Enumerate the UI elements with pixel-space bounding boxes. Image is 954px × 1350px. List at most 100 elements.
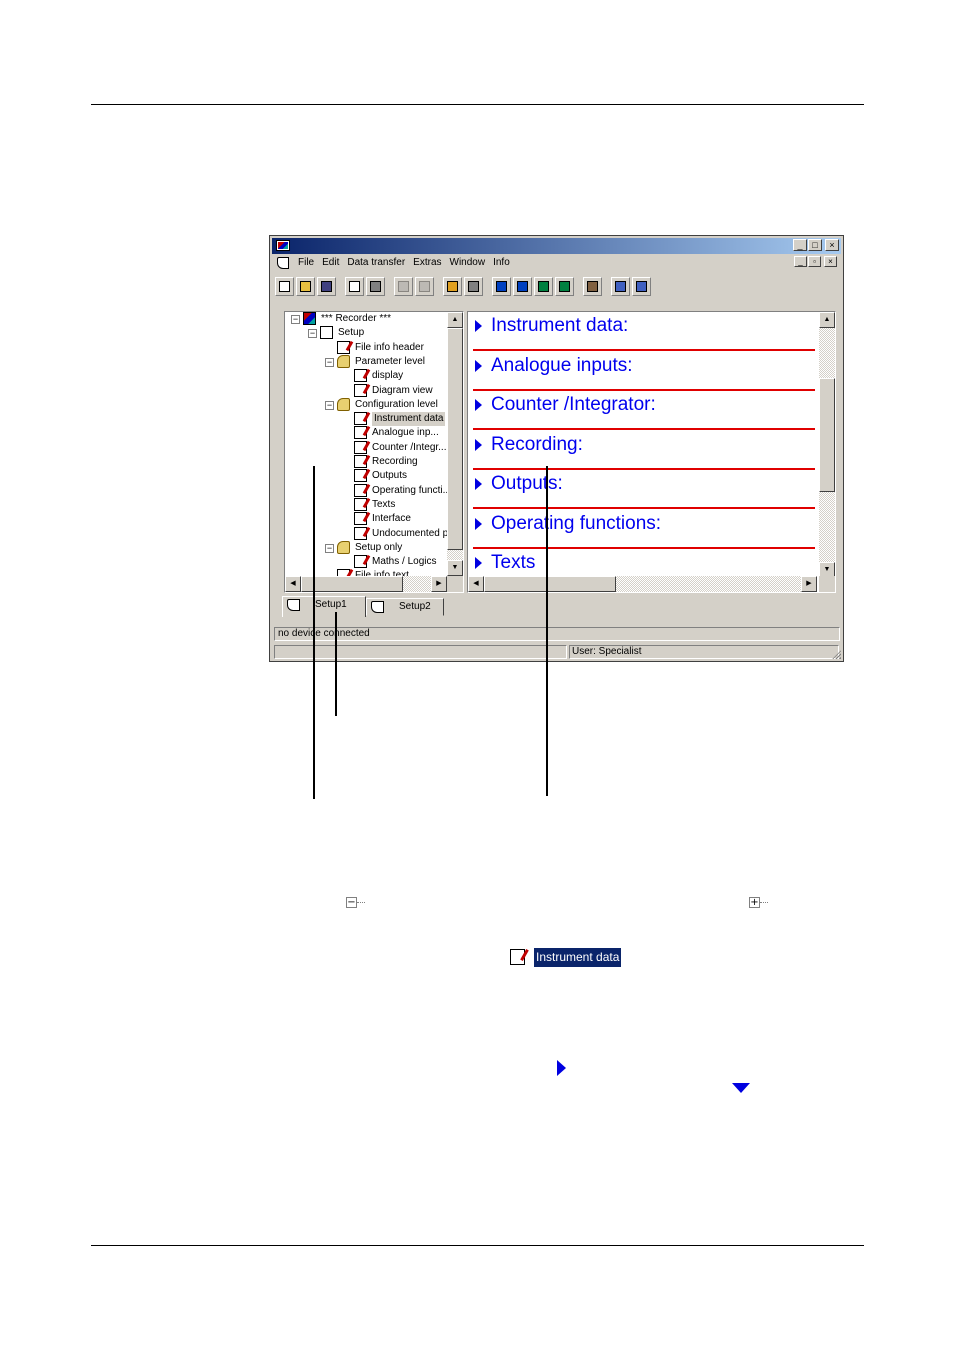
maximize-button[interactable]: □	[808, 239, 822, 251]
tree-item-label: Undocumented p...	[372, 527, 447, 539]
tree-horizontal-scrollbar[interactable]: ◀ ▶	[285, 576, 447, 592]
app-icon	[276, 240, 290, 251]
collapse-toggle-icon[interactable]: −	[325, 400, 334, 410]
print-button[interactable]	[366, 276, 385, 296]
menu-data-transfer[interactable]: Data transfer	[344, 257, 410, 268]
tree-item[interactable]: Recording	[285, 455, 447, 469]
collapse-toggle-icon[interactable]: −	[325, 357, 334, 367]
tree-item[interactable]: Interface	[285, 512, 447, 526]
tree-item[interactable]: − Parameter level	[285, 354, 447, 369]
scroll-right-icon[interactable]: ▶	[431, 576, 447, 592]
page-edit-icon	[354, 426, 367, 440]
user-button[interactable]	[583, 276, 602, 296]
save-button[interactable]	[317, 276, 336, 296]
scroll-thumb[interactable]	[484, 576, 616, 592]
scroll-thumb[interactable]	[819, 378, 835, 492]
tree-item[interactable]: − *** Recorder ***	[285, 312, 447, 326]
collapse-toggle-icon[interactable]: −	[308, 329, 317, 339]
menu-edit[interactable]: Edit	[319, 257, 344, 268]
minimize-button[interactable]: _	[793, 239, 807, 251]
section-header[interactable]: Outputs:	[473, 470, 815, 509]
tree-item[interactable]: Undocumented p...	[285, 526, 447, 541]
expand-arrow-icon[interactable]	[475, 438, 482, 451]
menu-extras[interactable]: Extras	[410, 257, 446, 268]
section-header[interactable]: Counter /Integrator:	[473, 391, 815, 430]
tile-windows-button[interactable]	[632, 276, 651, 296]
tab-setup1[interactable]: Setup1	[282, 596, 366, 617]
expand-arrow-icon[interactable]	[475, 399, 482, 411]
scroll-down-icon[interactable]: ▼	[447, 560, 463, 576]
tree-item[interactable]: Instrument data	[285, 412, 447, 427]
print-preview-button[interactable]	[345, 276, 364, 296]
new-file-button[interactable]	[275, 276, 294, 296]
content-vertical-scrollbar[interactable]: ▲ ▼	[819, 312, 835, 578]
print-icon	[370, 280, 381, 292]
tree-item[interactable]: display	[285, 369, 447, 383]
connect-button[interactable]	[464, 276, 483, 296]
tree-item-label: Instrument data	[372, 412, 446, 427]
data-transfer-button[interactable]	[443, 276, 462, 296]
scroll-up-icon[interactable]: ▲	[819, 312, 835, 328]
tree-vertical-scrollbar[interactable]: ▲ ▼	[447, 312, 463, 576]
section-header[interactable]: Recording:	[473, 431, 815, 470]
scroll-up-icon[interactable]: ▲	[447, 312, 463, 328]
open-folder-button[interactable]	[296, 276, 315, 296]
connect-icon	[468, 280, 479, 292]
close-button[interactable]: ×	[825, 239, 839, 251]
scroll-thumb[interactable]	[447, 328, 463, 550]
tree-item[interactable]: Counter /Integr...	[285, 440, 447, 455]
expand-arrow-icon[interactable]	[475, 359, 482, 372]
tree-item[interactable]: File info text	[285, 569, 447, 576]
document-icon[interactable]	[277, 257, 289, 269]
tree-item[interactable]: Diagram view	[285, 383, 447, 398]
tree-item[interactable]: Texts	[285, 497, 447, 512]
scroll-right-icon[interactable]: ▶	[801, 576, 817, 592]
section-header[interactable]: Analogue inputs:	[473, 352, 815, 391]
redo-button[interactable]	[415, 276, 434, 296]
title-bar[interactable]: _ □ ×	[272, 238, 841, 254]
tab-setup2[interactable]: Setup2	[366, 598, 444, 616]
expand-arrow-icon[interactable]	[475, 517, 482, 530]
resize-grip-icon[interactable]	[831, 649, 841, 659]
collapse-toggle-icon[interactable]: −	[291, 315, 300, 324]
tree-item[interactable]: File info header	[285, 340, 447, 355]
section-header[interactable]: Instrument data:	[473, 312, 815, 351]
page-edit-icon	[354, 483, 367, 497]
scroll-left-icon[interactable]: ◀	[285, 576, 301, 592]
expand-arrow-icon[interactable]	[475, 320, 482, 332]
nav-down-button[interactable]	[513, 276, 532, 296]
content-horizontal-scrollbar[interactable]: ◀ ▶	[468, 576, 817, 592]
tree-item-label: Texts	[372, 498, 396, 510]
tree-item[interactable]: − Setup	[285, 326, 447, 340]
tree-item[interactable]: Maths / Logics	[285, 555, 447, 569]
scroll-left-icon[interactable]: ◀	[468, 576, 484, 592]
tree-item[interactable]: Analogue inp...	[285, 426, 447, 440]
tree-item-label: *** Recorder ***	[321, 313, 392, 324]
section-header[interactable]: Operating functions:	[473, 510, 815, 549]
doc-close-button[interactable]: ×	[824, 256, 837, 267]
tree-item-label: Setup	[338, 327, 365, 339]
menu-window[interactable]: Window	[447, 257, 491, 268]
collapse-toggle-icon[interactable]: −	[325, 543, 334, 553]
undo-button[interactable]	[394, 276, 413, 296]
nav-up-button[interactable]	[534, 276, 553, 296]
expand-arrow-icon[interactable]	[475, 557, 482, 569]
tree-item[interactable]: Outputs	[285, 469, 447, 483]
menu-file[interactable]: File	[295, 257, 319, 268]
cascade-windows-button[interactable]	[611, 276, 630, 296]
doc-minimize-button[interactable]: _	[794, 256, 807, 267]
tree-item-label: Operating functi...	[372, 484, 447, 496]
menu-info[interactable]: Info	[490, 257, 515, 268]
scroll-thumb[interactable]	[301, 576, 403, 592]
tree-item[interactable]: − Setup only	[285, 540, 447, 555]
folder-icon	[337, 354, 350, 368]
nav-left-button[interactable]	[492, 276, 511, 296]
new-file-icon	[279, 280, 290, 292]
tree-item[interactable]: Operating functi...	[285, 483, 447, 498]
section-header[interactable]: Texts	[473, 549, 815, 578]
tree-item[interactable]: − Configuration level	[285, 397, 447, 412]
callout-line-content	[546, 466, 548, 796]
doc-restore-button[interactable]: ▫	[808, 256, 821, 267]
nav-right-button[interactable]	[555, 276, 574, 296]
expand-arrow-icon[interactable]	[475, 478, 482, 490]
